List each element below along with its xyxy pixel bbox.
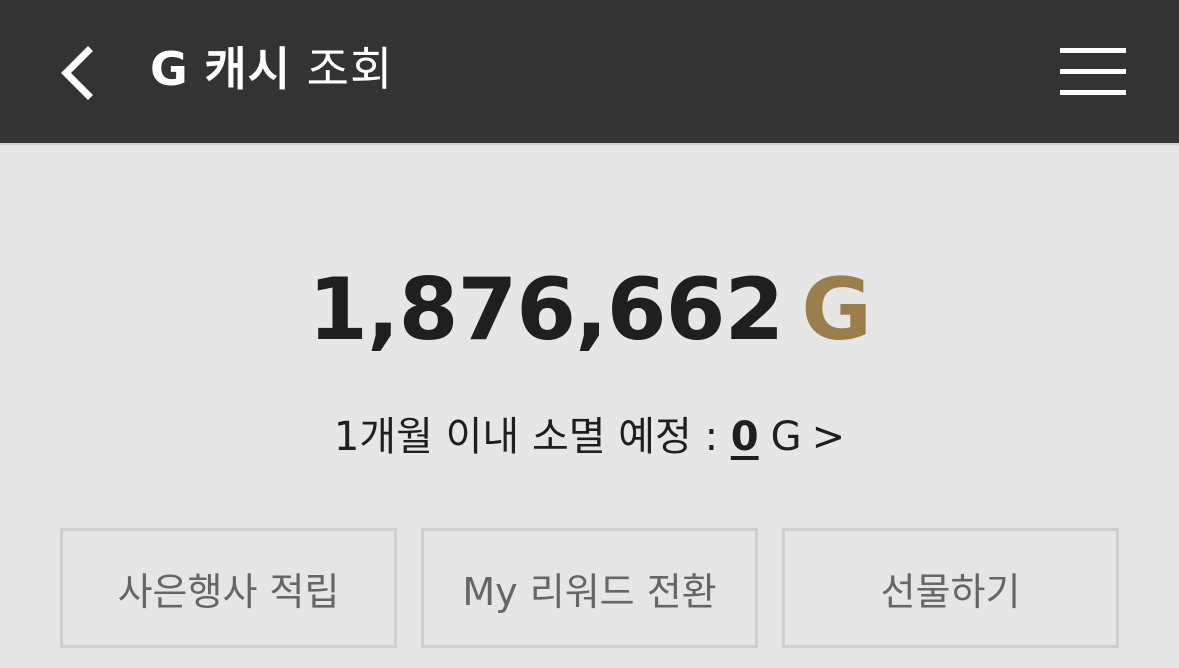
title-inquiry: 조회 (306, 42, 394, 96)
my-reward-convert-button[interactable]: My 리워드 전환 (421, 528, 758, 648)
back-button[interactable] (46, 38, 106, 108)
page-title: G 캐시 조회 (150, 38, 393, 100)
hamburger-menu-icon (1060, 48, 1126, 53)
gift-label: 선물하기 (880, 569, 1021, 614)
expiry-amount-link[interactable]: 0 (731, 414, 759, 460)
menu-button[interactable] (1052, 40, 1132, 100)
balance-amount: 1,876,662 (308, 260, 784, 360)
hamburger-line (1060, 69, 1126, 74)
expiry-notice: 1개월 이내 소멸 예정 : 0 G > (0, 407, 1179, 467)
header-divider (0, 143, 1179, 145)
chevron-right-icon[interactable]: > (812, 414, 846, 460)
title-cash: 캐시 (204, 42, 292, 96)
app-header: G 캐시 조회 (0, 0, 1179, 143)
event-reward-button[interactable]: 사은행사 적립 (60, 528, 397, 648)
chevron-left-icon (61, 46, 93, 100)
my-reward-convert-label: My 리워드 전환 (462, 569, 717, 614)
expiry-unit: G (770, 414, 802, 460)
hamburger-line (1060, 90, 1126, 95)
title-g: G (150, 42, 189, 96)
event-reward-label: 사은행사 적립 (117, 569, 340, 614)
gift-button[interactable]: 선물하기 (782, 528, 1119, 648)
g-cash-balance: 1,876,662 G (0, 255, 1179, 365)
expiry-label: 1개월 이내 소멸 예정 : (333, 414, 719, 460)
balance-unit: G (801, 260, 872, 360)
